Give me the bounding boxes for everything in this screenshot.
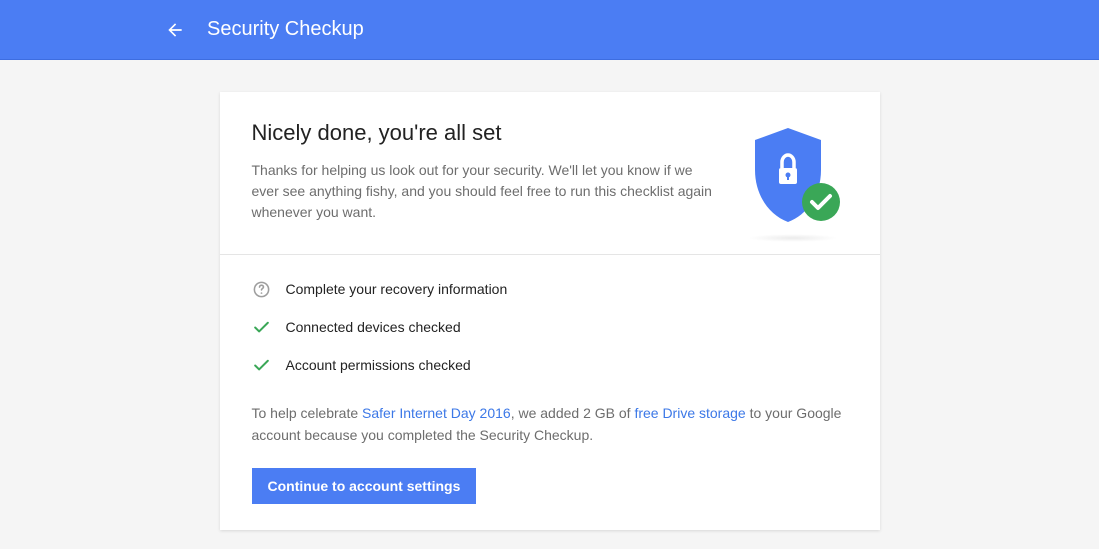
safer-internet-day-link[interactable]: Safer Internet Day 2016 — [362, 405, 511, 421]
checklist-item-label: Complete your recovery information — [286, 281, 508, 297]
free-drive-storage-link[interactable]: free Drive storage — [634, 405, 745, 421]
card-description: Thanks for helping us look out for your … — [252, 160, 718, 223]
checklist-item-permissions: Account permissions checked — [252, 355, 848, 375]
checklist-item-recovery: Complete your recovery information — [252, 279, 848, 299]
check-icon — [252, 317, 272, 337]
check-icon — [252, 355, 272, 375]
question-circle-icon — [252, 279, 272, 299]
back-arrow-icon[interactable] — [165, 20, 185, 40]
card-title: Nicely done, you're all set — [252, 120, 718, 146]
header-title: Security Checkup — [207, 18, 364, 41]
checklist-item-label: Account permissions checked — [286, 357, 471, 373]
checklist-item-label: Connected devices checked — [286, 319, 461, 335]
card-details-section: Complete your recovery information Conne… — [220, 255, 880, 530]
card-summary-section: Nicely done, you're all set Thanks for h… — [220, 92, 880, 254]
shield-check-badge-icon — [738, 120, 848, 230]
promo-footer-text: To help celebrate Safer Internet Day 201… — [252, 403, 848, 446]
app-header: Security Checkup — [0, 0, 1099, 60]
security-checkup-card: Nicely done, you're all set Thanks for h… — [220, 92, 880, 530]
continue-button[interactable]: Continue to account settings — [252, 468, 477, 504]
checklist-item-devices: Connected devices checked — [252, 317, 848, 337]
